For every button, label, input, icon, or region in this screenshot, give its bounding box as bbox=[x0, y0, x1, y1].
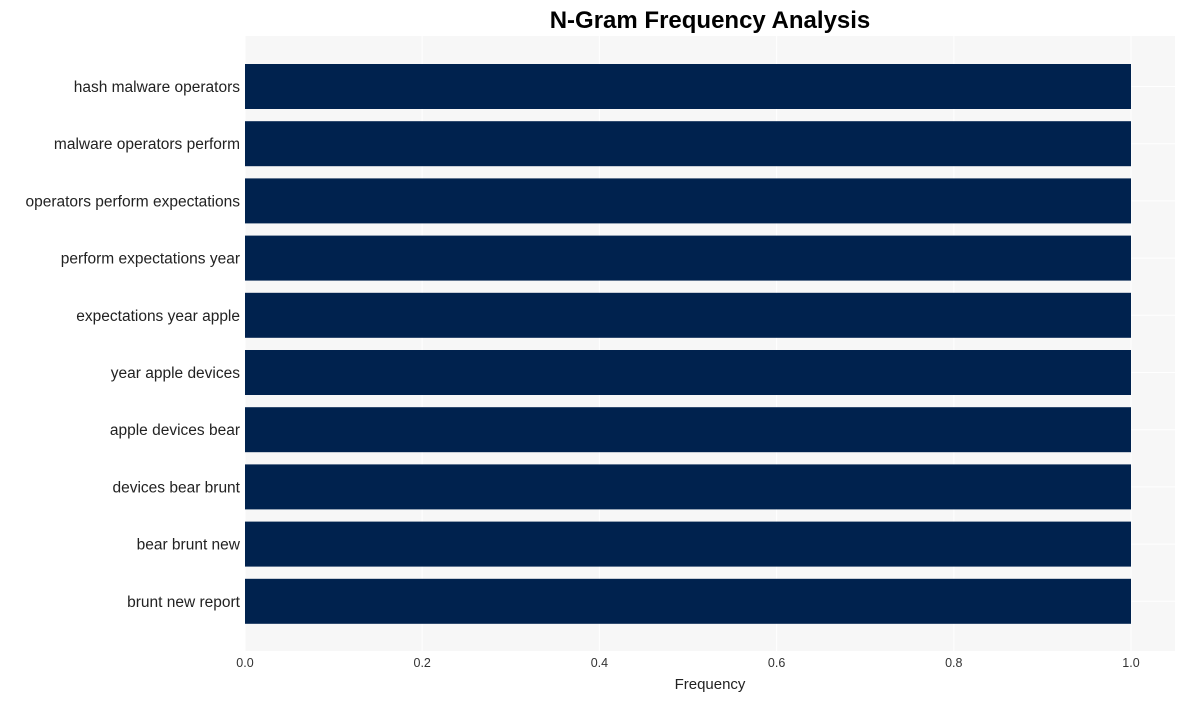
y-tick-label-7: devices bear brunt bbox=[112, 479, 240, 496]
y-tick-label-2: operators perform expectations bbox=[25, 193, 240, 210]
y-axis-labels: hash malware operators malware operators … bbox=[25, 79, 240, 611]
x-tick-label-5: 1.0 bbox=[1122, 656, 1139, 670]
y-tick-label-0: hash malware operators bbox=[74, 79, 241, 96]
x-tick-label-2: 0.4 bbox=[591, 656, 608, 670]
bar-0 bbox=[245, 64, 1131, 109]
bar-7 bbox=[245, 464, 1131, 510]
bar-6 bbox=[245, 407, 1131, 453]
bar-8 bbox=[245, 521, 1131, 567]
chart-title: N-Gram Frequency Analysis bbox=[550, 7, 871, 34]
y-tick-label-4: expectations year apple bbox=[76, 308, 240, 325]
y-tick-label-3: perform expectations year bbox=[61, 251, 240, 268]
bar-9 bbox=[245, 578, 1131, 624]
x-tick-label-0: 0.0 bbox=[236, 656, 253, 670]
x-tick-label-1: 0.2 bbox=[414, 656, 431, 670]
bar-4 bbox=[245, 292, 1131, 338]
bar-1 bbox=[245, 121, 1131, 167]
x-tick-label-3: 0.6 bbox=[768, 656, 785, 670]
chart: N-Gram Frequency Analysis hash malware o… bbox=[25, 7, 1175, 693]
bar-2 bbox=[245, 178, 1131, 224]
bar-5 bbox=[245, 350, 1131, 395]
y-tick-label-1: malware operators perform bbox=[54, 136, 240, 153]
x-axis-ticks: 0.0 0.2 0.4 0.6 0.8 1.0 bbox=[236, 656, 1139, 670]
x-tick-label-4: 0.8 bbox=[945, 656, 962, 670]
bar-3 bbox=[245, 235, 1131, 281]
x-axis-label: Frequency bbox=[675, 676, 746, 693]
y-tick-label-5: year apple devices bbox=[111, 365, 240, 382]
y-tick-label-6: apple devices bear bbox=[110, 422, 240, 439]
y-tick-label-9: brunt new report bbox=[127, 594, 241, 611]
y-tick-label-8: bear brunt new bbox=[137, 537, 241, 554]
